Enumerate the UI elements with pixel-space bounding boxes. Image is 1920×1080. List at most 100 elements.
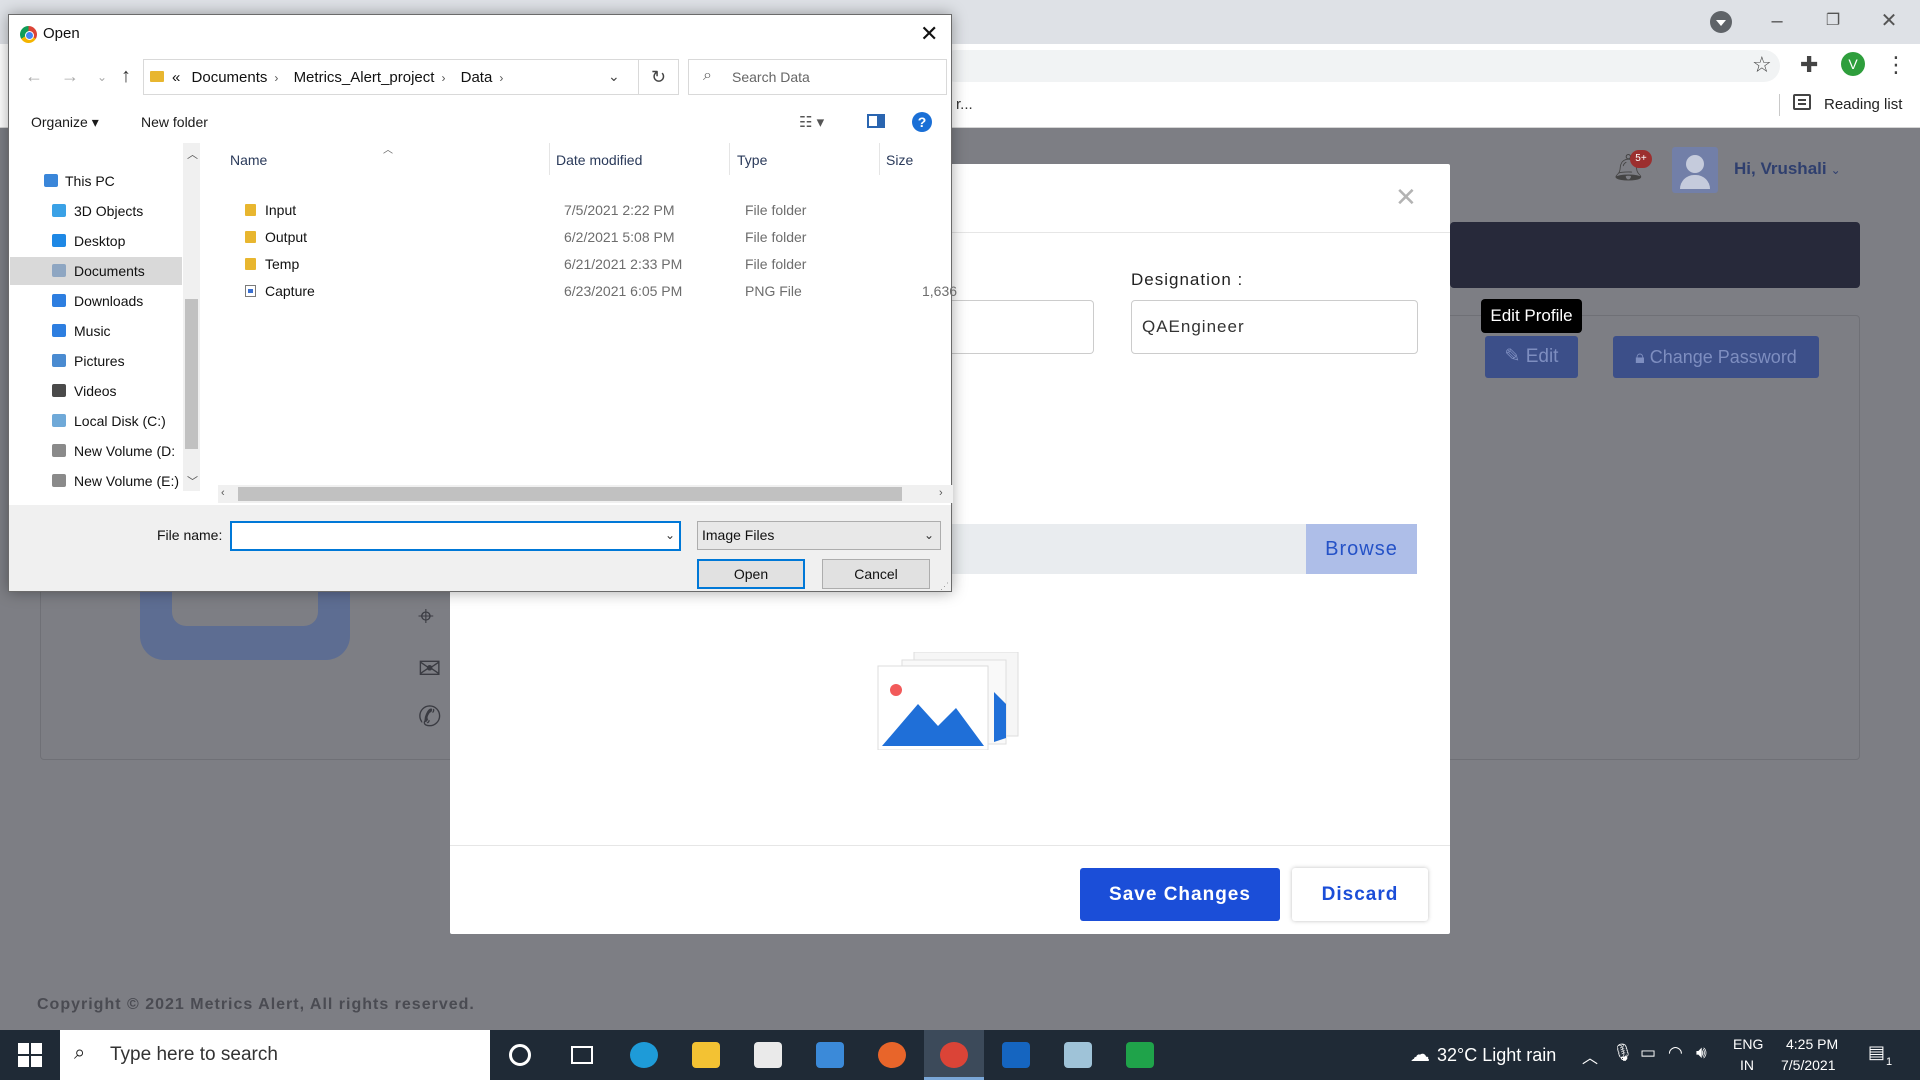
clock-date[interactable]: 7/5/2021 (1781, 1057, 1836, 1073)
scroll-left-icon[interactable]: ‹ (221, 487, 225, 499)
media-player-taskbar-button[interactable] (1110, 1030, 1170, 1080)
user-avatar[interactable] (1672, 147, 1718, 193)
microphone-icon[interactable]: 🎙︎ (1612, 1043, 1634, 1063)
profile-avatar[interactable]: V (1841, 52, 1865, 76)
weather-cloud-icon[interactable]: ☁ (1410, 1042, 1430, 1067)
hscroll-thumb[interactable] (238, 487, 902, 501)
file-row[interactable]: Input 7/5/2021 2:22 PM File folder (224, 197, 957, 224)
breadcrumb-chevron-icon[interactable]: › (499, 71, 503, 85)
column-name[interactable]: Name (230, 152, 267, 168)
nav-tree-item[interactable]: New Volume (D: (10, 437, 182, 465)
designation-field[interactable]: QAEngineer (1131, 300, 1418, 354)
nav-tree-item[interactable]: Videos (10, 377, 182, 405)
breadcrumb-item[interactable]: Documents (192, 69, 268, 86)
taskbar-search-box[interactable]: ⌕ Type here to search (60, 1030, 490, 1080)
column-date-modified[interactable]: Date modified (556, 152, 642, 168)
modal-close-icon[interactable]: ✕ (1395, 182, 1417, 213)
action-center-icon[interactable]: ▤ (1868, 1042, 1885, 1063)
minimize-icon[interactable]: – (1754, 6, 1800, 36)
scroll-up-icon[interactable]: ︿ (187, 146, 198, 162)
language-top[interactable]: ENG (1733, 1036, 1763, 1052)
address-dropdown-icon[interactable]: ⌄ (608, 68, 620, 85)
save-changes-button[interactable]: Save Changes (1080, 868, 1280, 921)
profile-menu-icon[interactable] (1710, 11, 1732, 33)
browser-menu-icon[interactable]: ⋮ (1885, 52, 1907, 78)
notepad-taskbar-button[interactable] (1048, 1030, 1108, 1080)
help-icon[interactable]: ? (912, 112, 932, 132)
file-name-dropdown-icon[interactable]: ⌄ (665, 528, 675, 542)
forward-arrow-icon[interactable]: → (61, 66, 79, 87)
bookmark-star-icon[interactable]: ☆ (1752, 52, 1772, 78)
browse-button[interactable]: Browse (1306, 524, 1417, 574)
wifi-icon[interactable]: ◠ (1668, 1043, 1683, 1063)
breadcrumb-chevron-icon[interactable]: › (441, 71, 445, 85)
reading-list-icon[interactable] (1793, 94, 1811, 110)
windows-start-icon[interactable] (18, 1043, 42, 1067)
firefox-taskbar-button[interactable] (862, 1030, 922, 1080)
chrome-taskbar-button[interactable] (924, 1030, 984, 1080)
file-row[interactable]: Capture 6/23/2021 6:05 PM PNG File 1,636 (224, 278, 957, 305)
file-row[interactable]: Temp 6/21/2021 2:33 PM File folder (224, 251, 957, 278)
language-bottom[interactable]: IN (1740, 1057, 1754, 1073)
nav-tree-item[interactable]: Pictures (10, 347, 182, 375)
bookmark-item[interactable]: r... (956, 96, 973, 113)
column-size[interactable]: Size (886, 152, 913, 168)
nav-tree-item[interactable]: Downloads (10, 287, 182, 315)
task-view-taskbar-button[interactable] (552, 1030, 612, 1080)
nav-tree-item[interactable]: New Volume (E:) (10, 467, 182, 495)
resize-grip-icon[interactable]: ⋰ (940, 581, 949, 592)
back-arrow-icon[interactable]: ← (25, 66, 43, 87)
organize-menu[interactable]: Organize ▾ (31, 114, 99, 131)
battery-icon[interactable]: ▭ (1640, 1043, 1656, 1063)
column-divider[interactable] (549, 143, 550, 175)
nav-tree-item[interactable]: Local Disk (C:) (10, 407, 182, 435)
show-hidden-icons-chevron-icon[interactable]: ︿ (1582, 1044, 1598, 1068)
cancel-button[interactable]: Cancel (822, 559, 930, 589)
breadcrumb-item[interactable]: Data (461, 69, 493, 86)
extensions-puzzle-icon[interactable]: ✚ (1800, 52, 1818, 78)
mail-taskbar-button[interactable] (800, 1030, 860, 1080)
file-type-select[interactable]: Image Files ⌄ (697, 521, 941, 550)
nav-tree-item[interactable]: Documents (10, 257, 182, 285)
change-password-button[interactable]: 🔒︎ Change Password (1613, 336, 1819, 378)
nav-scrollbar-thumb[interactable] (185, 299, 198, 449)
breadcrumb-chevron-icon[interactable]: › (274, 71, 278, 85)
skype-s-taskbar-button[interactable] (986, 1030, 1046, 1080)
user-greeting[interactable]: Hi, Vrushali ⌄ (1734, 159, 1841, 179)
open-button[interactable]: Open (697, 559, 805, 589)
nav-tree-item[interactable]: This PC (10, 167, 182, 195)
dialog-close-icon[interactable]: ✕ (920, 21, 938, 47)
scroll-down-icon[interactable]: ﹀ (187, 473, 198, 489)
recent-locations-chevron-icon[interactable]: ⌄ (97, 70, 107, 84)
store-taskbar-button[interactable] (738, 1030, 798, 1080)
nav-tree-item[interactable]: Music (10, 317, 182, 345)
file-path-field[interactable] (900, 524, 1306, 574)
dialog-search-input[interactable]: ⌕ Search Data (688, 59, 947, 95)
breadcrumb-overflow[interactable]: « (172, 69, 180, 86)
weather-text[interactable]: 32°C Light rain (1437, 1045, 1556, 1066)
dialog-address-bar[interactable]: « Documents › Metrics_Alert_project › Data… (143, 59, 639, 95)
discard-button[interactable]: Discard (1292, 868, 1428, 921)
file-row[interactable]: Output 6/2/2021 5:08 PM File folder (224, 224, 957, 251)
column-type[interactable]: Type (737, 152, 767, 168)
up-arrow-icon[interactable]: ↑ (121, 65, 131, 88)
cortana-taskbar-button[interactable] (490, 1030, 550, 1080)
close-window-icon[interactable]: ✕ (1866, 6, 1912, 36)
reading-list-label[interactable]: Reading list (1824, 96, 1902, 113)
column-divider[interactable] (729, 143, 730, 175)
file-explorer-taskbar-button[interactable] (676, 1030, 736, 1080)
column-divider[interactable] (879, 143, 880, 175)
refresh-icon[interactable]: ↻ (639, 59, 679, 95)
restore-icon[interactable]: ❐ (1810, 6, 1856, 36)
scroll-right-icon[interactable]: › (939, 487, 943, 499)
clock-time[interactable]: 4:25 PM (1786, 1036, 1838, 1052)
edge-taskbar-button[interactable] (614, 1030, 674, 1080)
nav-tree-item[interactable]: Desktop (10, 227, 182, 255)
new-folder-button[interactable]: New folder (141, 114, 208, 130)
address-bar[interactable] (940, 50, 1780, 82)
preview-pane-icon[interactable] (867, 114, 885, 128)
view-options-icon[interactable]: ☷ ▾ (799, 113, 824, 131)
nav-tree-item[interactable]: 3D Objects (10, 197, 182, 225)
breadcrumb-item[interactable]: Metrics_Alert_project (294, 69, 435, 86)
file-name-input[interactable] (230, 521, 681, 551)
